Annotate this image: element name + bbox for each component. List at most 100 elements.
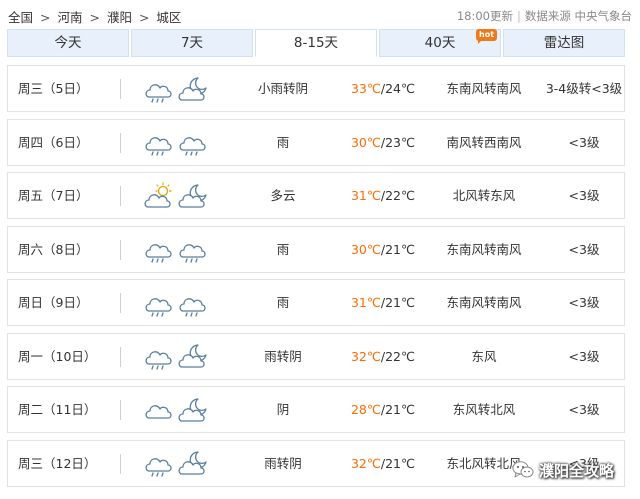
- breadcrumb-item-national[interactable]: 全国: [8, 10, 33, 25]
- rain-cloud-icon: [179, 137, 206, 156]
- forecast-day: 周四（6日）: [18, 134, 89, 150]
- row-divider: [120, 132, 121, 153]
- wind-direction: 东风: [471, 348, 497, 364]
- moon-cloud-icon: [178, 76, 207, 101]
- weather-text: 雨转阴: [264, 348, 302, 364]
- moon-cloud-icon: [178, 397, 207, 422]
- temperature: 28℃/21℃: [338, 387, 428, 432]
- hot-badge: hot: [476, 29, 498, 44]
- weather-text: 雨转阴: [264, 455, 302, 471]
- weather-text: 阴: [276, 402, 290, 417]
- temperature: 31℃/22℃: [338, 173, 428, 218]
- temperature: 32℃/22℃: [338, 334, 428, 379]
- wechat-icon: [512, 461, 534, 478]
- wind-direction: 东风转北风: [452, 402, 516, 417]
- breadcrumb-separator: >: [40, 10, 51, 25]
- watermark: 濮阳全攻略: [512, 455, 614, 485]
- wind-level: 3-4级转<3级: [545, 81, 623, 96]
- rain-cloud-icon: [145, 297, 172, 317]
- update-divider: |: [516, 9, 521, 23]
- wind-direction: 东南风转南风: [446, 81, 522, 96]
- wind-direction: 北风转东风: [452, 188, 516, 203]
- tab-label: 7天: [180, 35, 204, 51]
- forecast-row: 周六（8日） 雨 30℃/21℃ 东南风转南风 <3级: [7, 225, 625, 273]
- forecast-tabs: 今天 7天 8-15天 40天 hot 雷达图: [7, 29, 625, 57]
- tab-8-15-days[interactable]: 8-15天: [255, 29, 377, 57]
- moon-cloud-icon: [178, 183, 207, 208]
- update-info: 18:00更新 | 数据来源 中央气象台: [457, 8, 632, 24]
- wind-direction: 南风转西南风: [446, 134, 522, 150]
- forecast-day: 周五（7日）: [18, 188, 89, 203]
- tab-label: 今天: [54, 35, 82, 51]
- breadcrumb-separator: >: [138, 10, 150, 25]
- forecast-row: 周五（7日） 多云 31℃/22℃ 北风转东风 <3级: [7, 172, 625, 219]
- temp-high: 30℃: [350, 241, 381, 257]
- row-divider: [120, 239, 121, 260]
- temp-high: 32℃: [350, 455, 381, 471]
- temp-high: 30℃: [350, 134, 381, 150]
- wind-level: <3级: [568, 134, 600, 150]
- breadcrumb-item-district[interactable]: 城区: [156, 10, 181, 25]
- temperature: 31℃/21℃: [338, 280, 428, 325]
- wind-level: <3级: [568, 295, 600, 310]
- temp-high: 33℃: [350, 81, 381, 96]
- temp-low: 22℃: [385, 348, 416, 364]
- forecast-day: 周日（9日）: [18, 295, 89, 310]
- rain-cloud-icon: [145, 351, 172, 370]
- forecast-row: 周三（5日） 小雨转阴 33℃/24℃ 东南风转南风 3-4级转<3级: [7, 65, 625, 112]
- moon-cloud-icon: [178, 344, 207, 368]
- breadcrumb-item-city[interactable]: 濮阳: [107, 10, 132, 25]
- weather-text: 多云: [270, 188, 296, 203]
- tab-label: 雷达图: [543, 35, 585, 51]
- tab-7-days[interactable]: 7天: [131, 29, 253, 57]
- row-divider: [120, 400, 121, 420]
- temp-low: 21℃: [385, 241, 416, 257]
- temp-low: 24℃: [385, 81, 416, 96]
- tab-today[interactable]: 今天: [7, 29, 129, 57]
- rain-cloud-icon: [145, 137, 172, 156]
- forecast-day: 周六（8日）: [18, 241, 89, 257]
- weather-icons: [142, 120, 218, 165]
- temperature: 32℃/21℃: [338, 441, 428, 486]
- weather-icons: [142, 441, 218, 486]
- forecast-day: 周三（12日）: [18, 455, 97, 471]
- temp-low: 21℃: [385, 295, 416, 310]
- wind-level: <3级: [568, 188, 600, 203]
- tab-40-days[interactable]: 40天 hot: [379, 29, 501, 57]
- weather-text: 雨: [276, 241, 290, 257]
- forecast-row: 周二（11日） 阴 28℃/21℃ 东风转北风 <3级: [7, 386, 625, 433]
- forecast-row: 周四（6日） 雨 30℃/23℃ 南风转西南风 <3级: [7, 118, 625, 166]
- tab-radar[interactable]: 雷达图: [503, 29, 625, 57]
- temp-high: 28℃: [350, 402, 381, 417]
- wind-level: <3级: [568, 241, 600, 257]
- sun-cloud-icon: [144, 181, 172, 208]
- row-divider: [120, 186, 121, 206]
- temp-low: 22℃: [385, 188, 416, 203]
- forecast-day: 周二（11日）: [18, 402, 97, 417]
- cloud-icon: [145, 404, 172, 419]
- weather-icons: [142, 227, 218, 272]
- forecast-list: 周三（5日） 小雨转阴 33℃/24℃ 东南风转南风 3-4级转<3级 周四（6日） 雨 30…: [7, 65, 625, 493]
- weather-icons: [142, 66, 218, 111]
- weather-icons: [142, 280, 218, 325]
- breadcrumb-item-province[interactable]: 河南: [57, 10, 82, 25]
- forecast-row: 周一（10日） 雨转阴 32℃/22℃ 东风 <3级: [7, 332, 625, 380]
- wind-level: <3级: [568, 348, 600, 364]
- rain-cloud-icon: [179, 297, 206, 317]
- wind-level: <3级: [568, 402, 600, 417]
- temperature: 30℃/21℃: [338, 227, 428, 272]
- weather-text: 雨: [276, 295, 290, 310]
- forecast-row: 周日（9日） 雨 31℃/21℃ 东南风转南风 <3级: [7, 279, 625, 326]
- weather-icons: [142, 173, 218, 218]
- forecast-day: 周一（10日）: [18, 348, 97, 364]
- rain-cloud-icon: [145, 83, 172, 103]
- breadcrumb: 全国 > 河南 > 濮阳 > 城区: [8, 7, 181, 26]
- data-source: 数据来源 中央气象台: [524, 9, 632, 23]
- row-divider: [120, 346, 121, 367]
- wind-direction: 东南风转南风: [446, 241, 522, 257]
- weather-icons: [142, 387, 218, 432]
- temp-low: 23℃: [385, 134, 416, 150]
- temperature: 33℃/24℃: [338, 66, 428, 111]
- temp-high: 31℃: [350, 188, 381, 203]
- weather-text: 雨: [276, 134, 290, 150]
